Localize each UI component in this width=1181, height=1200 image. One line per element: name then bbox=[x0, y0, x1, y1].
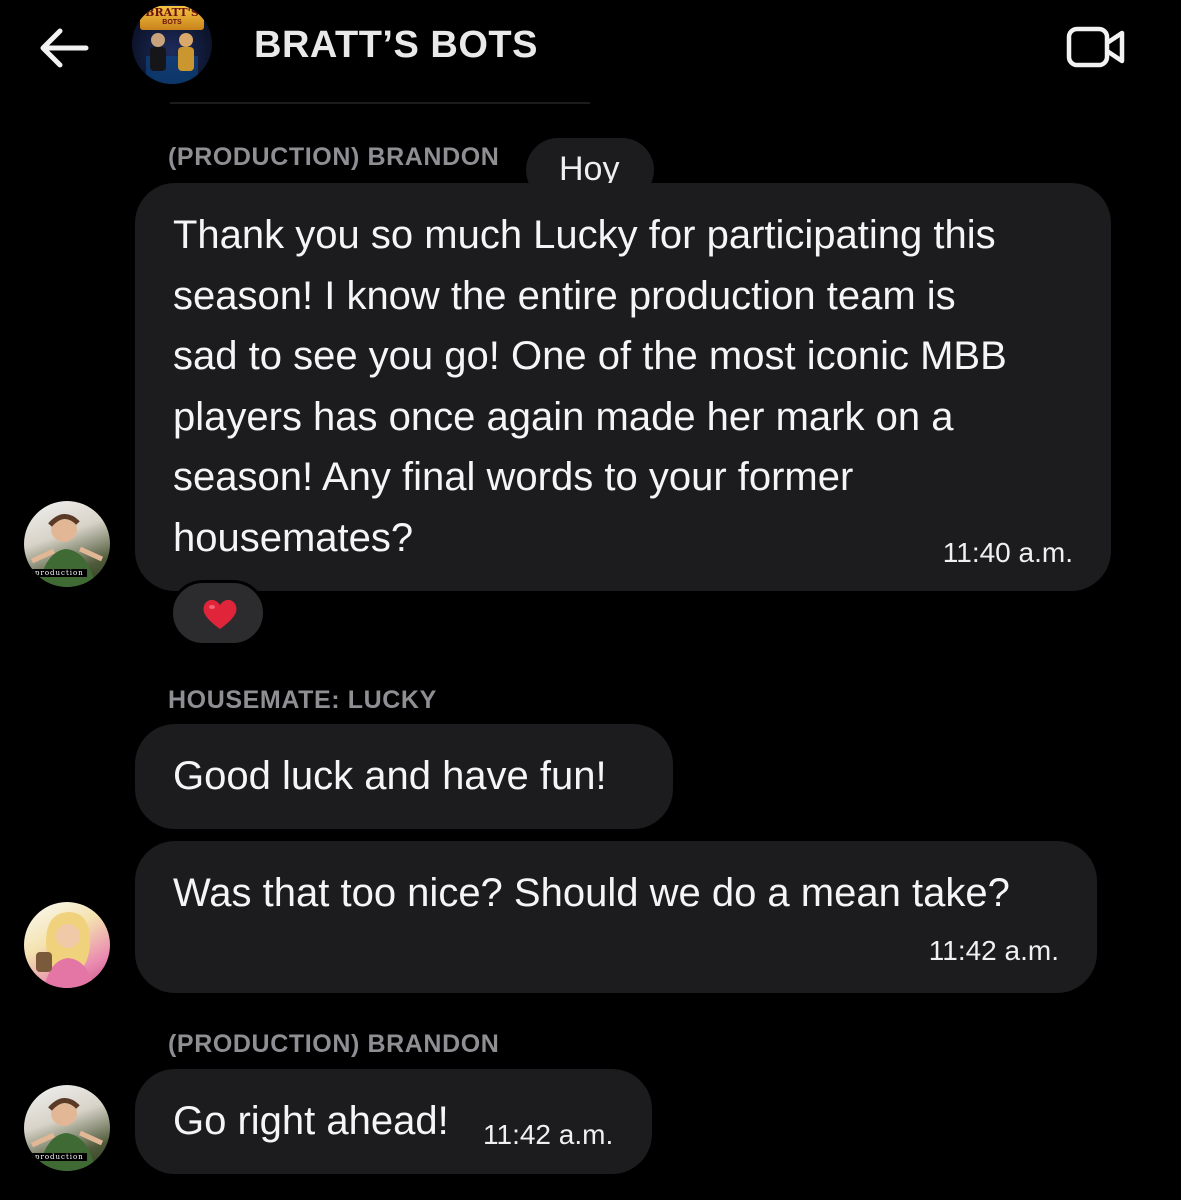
message-time: 11:42 a.m. bbox=[483, 1119, 614, 1150]
message-text: Was that too nice? Should we do a mean t… bbox=[173, 871, 1010, 915]
avatar[interactable]: production bbox=[24, 501, 110, 587]
sender-label: (PRODUCTION) BRANDON bbox=[168, 1030, 500, 1058]
avatar-label: production bbox=[32, 569, 87, 577]
video-camera-icon bbox=[1066, 26, 1125, 68]
message-line: players has once again made her mark on … bbox=[173, 394, 954, 439]
back-arrow-icon bbox=[40, 28, 89, 68]
group-photo bbox=[146, 33, 198, 84]
video-call-button[interactable] bbox=[1066, 25, 1126, 69]
message-time: 11:42 a.m. bbox=[928, 935, 1059, 966]
avatar-label: production bbox=[32, 1153, 87, 1161]
reaction-badge[interactable] bbox=[170, 580, 266, 646]
group-avatar[interactable]: BRATT'S BOTS bbox=[132, 4, 212, 84]
message-text: Go right ahead! bbox=[173, 1099, 449, 1143]
message-line: season! Any final words to your former bbox=[173, 455, 854, 499]
message-bubble[interactable]: Go right ahead! 11:42 a.m. bbox=[135, 1069, 652, 1174]
sender-label: (PRODUCTION) BRANDON bbox=[168, 143, 500, 171]
message-line: Thank you so much Lucky for participatin… bbox=[173, 213, 996, 257]
avatar[interactable]: production bbox=[24, 1085, 110, 1171]
message-bubble[interactable]: Good luck and have fun! bbox=[135, 724, 673, 829]
message-line: housemates? bbox=[173, 515, 414, 560]
chat-title[interactable]: BRATT’S BOTS bbox=[254, 24, 538, 67]
message-line: sad to see you go! One of the most iconi… bbox=[173, 334, 1007, 378]
message-text: Good luck and have fun! bbox=[173, 754, 607, 798]
heart-icon bbox=[203, 599, 237, 629]
avatar[interactable] bbox=[24, 902, 110, 988]
message-line: season! I know the entire production tea… bbox=[173, 273, 956, 318]
message-bubble[interactable]: Thank you so much Lucky for participatin… bbox=[135, 183, 1111, 591]
chat-header: BRATT'S BOTS BRATT’S BOTS bbox=[0, 0, 1181, 96]
divider bbox=[170, 102, 590, 104]
message-text: Thank you so much Lucky for participatin… bbox=[173, 205, 1007, 568]
profile-photo bbox=[36, 912, 94, 988]
sender-label: HOUSEMATE: LUCKY bbox=[168, 686, 437, 714]
message-time: 11:40 a.m. bbox=[942, 537, 1073, 568]
back-button[interactable] bbox=[36, 26, 90, 70]
message-bubble[interactable]: Was that too nice? Should we do a mean t… bbox=[135, 841, 1097, 993]
